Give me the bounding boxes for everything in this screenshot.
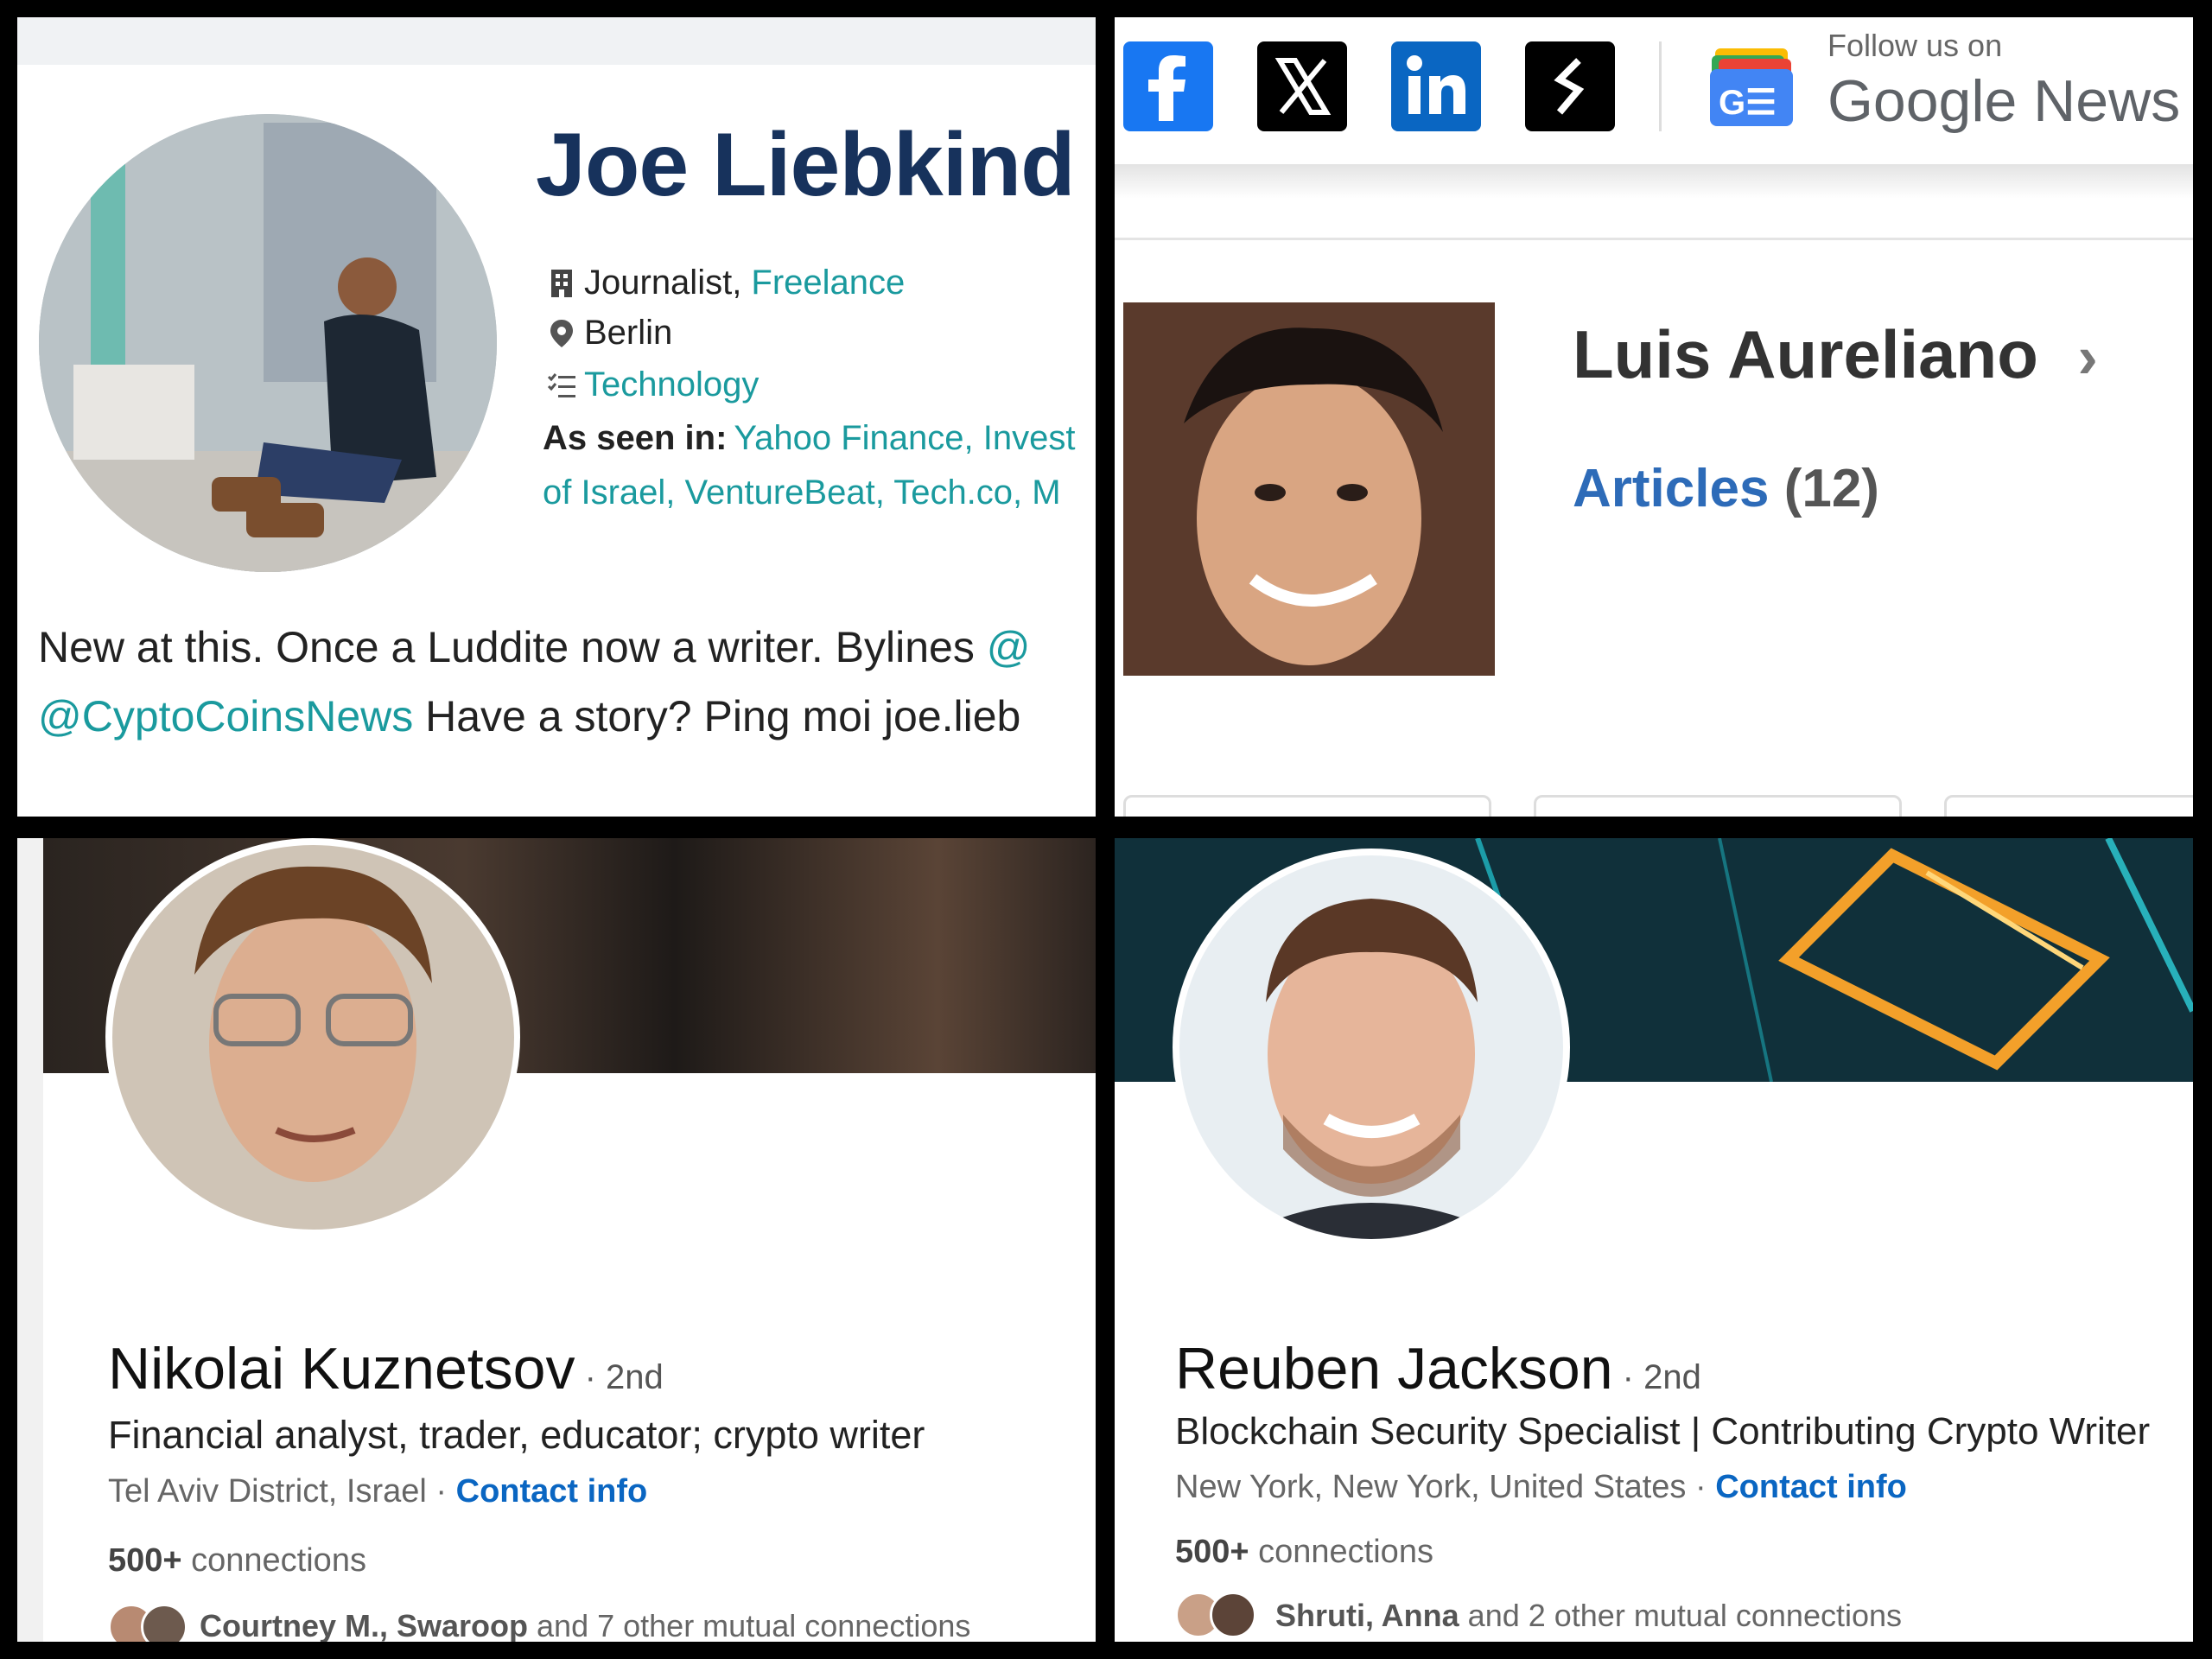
google-news-icon[interactable]: G☰ bbox=[1707, 41, 1796, 131]
linkedin-profile-reuben-jackson: Reuben Jackson · 2nd Blockchain Security… bbox=[1115, 838, 2193, 1642]
profile-card-joe-liebkind: Joe Liebkind Journalist, Freelance Berli… bbox=[17, 17, 1096, 817]
location-row: Berlin bbox=[546, 314, 672, 353]
linkedin-profile-nikolai-kuznetsov: Nikolai Kuznetsov · 2nd Financial analys… bbox=[17, 838, 1096, 1642]
seen-in-row-2: of Israel, VentureBeat, Tech.co, M bbox=[543, 474, 1061, 512]
headline: Blockchain Security Specialist | Contrib… bbox=[1175, 1410, 2151, 1452]
separator-dot: · bbox=[1686, 1469, 1716, 1505]
role-row: Journalist, Freelance bbox=[546, 264, 905, 302]
bio-text-2: Have a story? Ping moi joe.lieb bbox=[413, 692, 1021, 741]
location-pin-icon bbox=[546, 318, 577, 349]
headline: Financial analyst, trader, educator; cry… bbox=[108, 1413, 925, 1457]
mutual-avatars bbox=[1175, 1592, 1267, 1640]
connections-label: connections bbox=[1249, 1534, 1433, 1570]
location-text: Tel Aviv District, Israel bbox=[108, 1473, 427, 1510]
connections-label: connections bbox=[181, 1542, 366, 1579]
x-icon[interactable] bbox=[1257, 41, 1347, 131]
mutual-names: Courtney M., Swaroop bbox=[200, 1608, 529, 1642]
seen-in-row: As seen in: Yahoo Finance, Invest bbox=[543, 419, 1075, 458]
tab-placeholder-1[interactable] bbox=[1123, 795, 1491, 817]
profile-name[interactable]: Nikolai Kuznetsov bbox=[108, 1336, 575, 1402]
chevron-right-icon: › bbox=[2077, 323, 2098, 391]
location-text: New York, New York, United States bbox=[1175, 1469, 1687, 1505]
facebook-icon[interactable] bbox=[1123, 41, 1213, 131]
mutual-avatars bbox=[108, 1604, 191, 1642]
mutual-avatar-2 bbox=[141, 1604, 188, 1642]
avatar[interactable] bbox=[112, 845, 514, 1230]
employer-link[interactable]: Freelance bbox=[751, 264, 905, 302]
top-band bbox=[17, 17, 1096, 65]
mutual-rest: and 7 other mutual connections bbox=[528, 1608, 971, 1642]
profile-name[interactable]: Reuben Jackson bbox=[1175, 1336, 1613, 1402]
contact-info-link[interactable]: Contact info bbox=[1715, 1469, 1907, 1505]
bio-handle-link-2[interactable]: @CyptoCoinsNews bbox=[38, 692, 413, 741]
follow-us-label[interactable]: Follow us on bbox=[1827, 28, 2002, 64]
location-text: Berlin bbox=[584, 314, 673, 352]
profile-name-row: Nikolai Kuznetsov · 2nd bbox=[108, 1335, 664, 1402]
seen-in-links[interactable]: Yahoo Finance, Invest bbox=[734, 419, 1075, 458]
checklist-icon bbox=[546, 370, 577, 401]
connection-degree: · 2nd bbox=[575, 1358, 664, 1396]
bio-line-2: @CyptoCoinsNews Have a story? Ping moi j… bbox=[38, 691, 1096, 741]
divider bbox=[1659, 41, 1662, 131]
building-icon bbox=[546, 268, 577, 299]
connections-link[interactable]: 500+ connections bbox=[108, 1542, 366, 1580]
connection-degree: · 2nd bbox=[1612, 1358, 1701, 1396]
seen-in-label: As seen in: bbox=[543, 419, 728, 457]
google-news-label[interactable]: Google News bbox=[1827, 67, 2180, 135]
mutual-rest: and 2 other mutual connections bbox=[1459, 1598, 1903, 1633]
bio-handle-link-1[interactable]: @ bbox=[987, 623, 1031, 671]
author-name-link[interactable]: Luis Aureliano › bbox=[1573, 315, 2098, 394]
linkedin-icon[interactable] bbox=[1391, 41, 1481, 131]
mutual-avatar-2 bbox=[1210, 1592, 1256, 1638]
header-shadow bbox=[1115, 164, 2193, 199]
google-news-icon-text: G☰ bbox=[1719, 84, 1777, 122]
bio-line-1: New at this. Once a Luddite now a writer… bbox=[38, 622, 1096, 672]
substack-icon[interactable] bbox=[1525, 41, 1615, 131]
connections-link[interactable]: 500+ connections bbox=[1175, 1534, 1433, 1571]
author-photo[interactable] bbox=[1123, 302, 1495, 676]
articles-link[interactable]: Articles (12) bbox=[1573, 458, 1879, 519]
left-gutter bbox=[17, 838, 43, 1642]
articles-label: Articles bbox=[1573, 459, 1770, 518]
contact-info-link[interactable]: Contact info bbox=[456, 1473, 648, 1510]
connections-count: 500+ bbox=[108, 1542, 182, 1579]
seen-in-links-2[interactable]: of Israel, VentureBeat, Tech.co, M bbox=[543, 474, 1061, 512]
topic-row: Technology bbox=[546, 365, 759, 404]
tab-placeholder-2[interactable] bbox=[1534, 795, 1902, 817]
avatar[interactable] bbox=[39, 114, 497, 572]
location-row: New York, New York, United States · Cont… bbox=[1175, 1469, 1907, 1506]
mutual-names: Shruti, Anna bbox=[1275, 1598, 1459, 1633]
topic-link[interactable]: Technology bbox=[584, 365, 759, 404]
connections-count: 500+ bbox=[1175, 1534, 1249, 1570]
profile-card-luis-aureliano: G☰ Follow us on Google News Luis Aurelia… bbox=[1115, 17, 2193, 817]
author-name: Luis Aureliano bbox=[1573, 316, 2038, 392]
bio-text-1: New at this. Once a Luddite now a writer… bbox=[38, 623, 987, 671]
tab-placeholder-3[interactable] bbox=[1944, 795, 2193, 817]
profile-name: Joe Liebkind bbox=[536, 115, 1076, 215]
profile-name-row: Reuben Jackson · 2nd bbox=[1175, 1335, 1701, 1402]
articles-count: (12) bbox=[1783, 459, 1879, 518]
role-text: Journalist, bbox=[584, 264, 752, 302]
separator bbox=[1115, 238, 2193, 240]
mutual-connections[interactable]: Courtney M., Swaroop and 7 other mutual … bbox=[108, 1604, 970, 1642]
separator-dot: · bbox=[426, 1473, 456, 1510]
avatar[interactable] bbox=[1179, 855, 1563, 1239]
location-row: Tel Aviv District, Israel · Contact info bbox=[108, 1473, 647, 1510]
mutual-connections[interactable]: Shruti, Anna and 2 other mutual connecti… bbox=[1175, 1592, 1902, 1640]
